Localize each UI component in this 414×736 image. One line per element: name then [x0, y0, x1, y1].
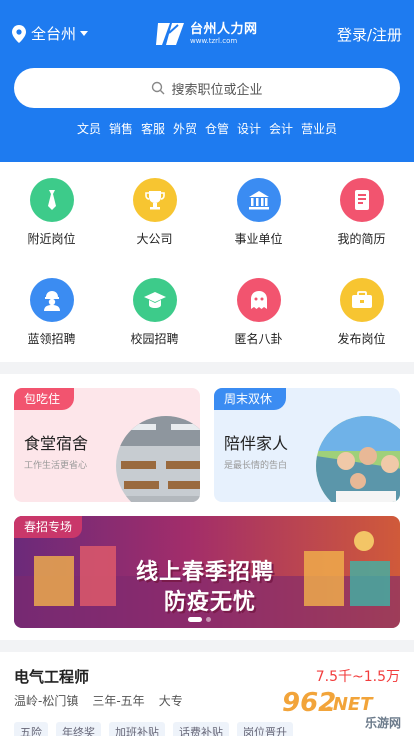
tie-icon	[29, 178, 74, 222]
banner-subheadline: 防疫无忧	[164, 590, 257, 615]
benefit-tag: 年终奖	[56, 722, 101, 736]
hotword[interactable]: 仓管	[205, 120, 229, 137]
hotword[interactable]: 文员	[77, 120, 101, 137]
search-input[interactable]: 搜索职位或企业	[14, 68, 400, 108]
benefit-tag: 话费补贴	[173, 722, 229, 736]
chevron-down-icon	[80, 31, 89, 36]
canteen-photo	[116, 416, 200, 502]
city-label: 全台州	[31, 25, 77, 43]
promo-tag: 周末双休	[214, 388, 287, 410]
grid-item-label: 校园招聘	[130, 332, 179, 346]
header: 全台州 台州人力网 www.tzrl.com 登录/注册 搜索职位或企业 文员 …	[0, 0, 414, 162]
grid-item-public-institution[interactable]: 事业单位	[207, 178, 310, 247]
logo-url: www.tzrl.com	[190, 37, 238, 45]
job-salary: 7.5千~1.5万	[315, 669, 400, 685]
job-experience: 三年-五年	[92, 694, 145, 708]
grid-item-label: 匿名八卦	[234, 332, 283, 346]
login-register-link[interactable]: 登录/注册	[337, 24, 402, 45]
ghost-icon	[236, 278, 281, 322]
carousel-dot[interactable]	[206, 617, 211, 622]
grid-item-blue-collar[interactable]: 蓝领招聘	[0, 278, 103, 347]
family-photo	[316, 416, 400, 502]
resume-icon	[339, 178, 384, 222]
grid-item-label: 我的简历	[337, 232, 386, 246]
grid-item-label: 事业单位	[234, 232, 283, 246]
grid-item-nearby-jobs[interactable]: 附近岗位	[0, 178, 103, 247]
promo-subtitle: 工作生活更省心	[24, 461, 88, 471]
hotword[interactable]: 营业员	[301, 120, 337, 137]
promo-title: 陪伴家人	[224, 434, 289, 453]
promo-section: 包吃住 食堂宿舍 工作生活更省心 周末双休 陪伴家人 是最长情的告白 春招专场 …	[0, 374, 414, 640]
watermark-text: 乐游网	[361, 714, 404, 731]
hotword[interactable]: 会计	[269, 120, 293, 137]
grid-item-campus[interactable]: 校园招聘	[103, 278, 206, 347]
job-meta: 温岭-松门镇 三年-五年 大专	[14, 692, 183, 709]
job-benefit-tags: 五险 年终奖 加班补贴 话费补贴 岗位晋升	[14, 722, 293, 736]
briefcase-icon	[339, 278, 384, 322]
job-education: 大专	[158, 694, 183, 708]
worker-icon	[29, 278, 74, 322]
promo-card-board-lodging[interactable]: 包吃住 食堂宿舍 工作生活更省心	[14, 388, 200, 502]
location-pin-icon	[12, 24, 26, 43]
search-icon	[152, 81, 165, 95]
banner-tag: 春招专场	[14, 516, 83, 538]
spring-recruit-banner[interactable]: 春招专场 线上春季招聘 防疫无忧	[14, 516, 400, 628]
grid-item-label: 附近岗位	[27, 232, 76, 246]
promo-card-weekends[interactable]: 周末双休 陪伴家人 是最长情的告白	[214, 388, 400, 502]
graduation-cap-icon	[132, 278, 177, 322]
watermark-domain: .NET	[326, 694, 373, 715]
search-placeholder: 搜索职位或企业	[171, 82, 263, 98]
grid-item-label: 大公司	[136, 232, 173, 246]
logo-mark-icon	[156, 23, 184, 45]
site-logo: 台州人力网 www.tzrl.com	[156, 21, 258, 47]
promo-tag: 包吃住	[14, 388, 75, 410]
site-watermark: 962 .NET 乐游网	[278, 688, 410, 732]
benefit-tag: 加班补贴	[109, 722, 165, 736]
grid-item-label: 蓝领招聘	[27, 332, 76, 346]
grid-item-label: 发布岗位	[337, 332, 386, 346]
carousel-dot-active[interactable]	[188, 617, 202, 622]
grid-item-post-job[interactable]: 发布岗位	[310, 278, 413, 347]
bank-icon	[236, 178, 281, 222]
promo-title: 食堂宿舍	[24, 434, 89, 453]
hotword[interactable]: 外贸	[173, 120, 197, 137]
carousel-dots	[188, 617, 211, 622]
city-selector[interactable]: 全台州	[12, 23, 89, 44]
benefit-tag: 五险	[14, 722, 48, 736]
hotword[interactable]: 设计	[237, 120, 261, 137]
top-bar: 全台州 台州人力网 www.tzrl.com 登录/注册	[0, 18, 414, 52]
logo-name: 台州人力网	[190, 22, 258, 37]
job-title: 电气工程师	[14, 668, 90, 686]
hot-keywords: 文员 销售 客服 外贸 仓管 设计 会计 营业员	[0, 120, 414, 137]
grid-item-big-company[interactable]: 大公司	[103, 178, 206, 247]
banner-headline: 线上春季招聘	[136, 560, 275, 585]
hotword[interactable]: 销售	[109, 120, 133, 137]
category-grid: 附近岗位 大公司 事业单位 我的简历 蓝领招聘 校园招聘 匿名八卦 发布岗位	[0, 162, 414, 362]
trophy-icon	[132, 178, 177, 222]
hotword[interactable]: 客服	[141, 120, 165, 137]
grid-item-anonymous[interactable]: 匿名八卦	[207, 278, 310, 347]
job-location: 温岭-松门镇	[14, 694, 79, 708]
promo-subtitle: 是最长情的告白	[224, 461, 288, 471]
grid-item-my-resume[interactable]: 我的简历	[310, 178, 413, 247]
